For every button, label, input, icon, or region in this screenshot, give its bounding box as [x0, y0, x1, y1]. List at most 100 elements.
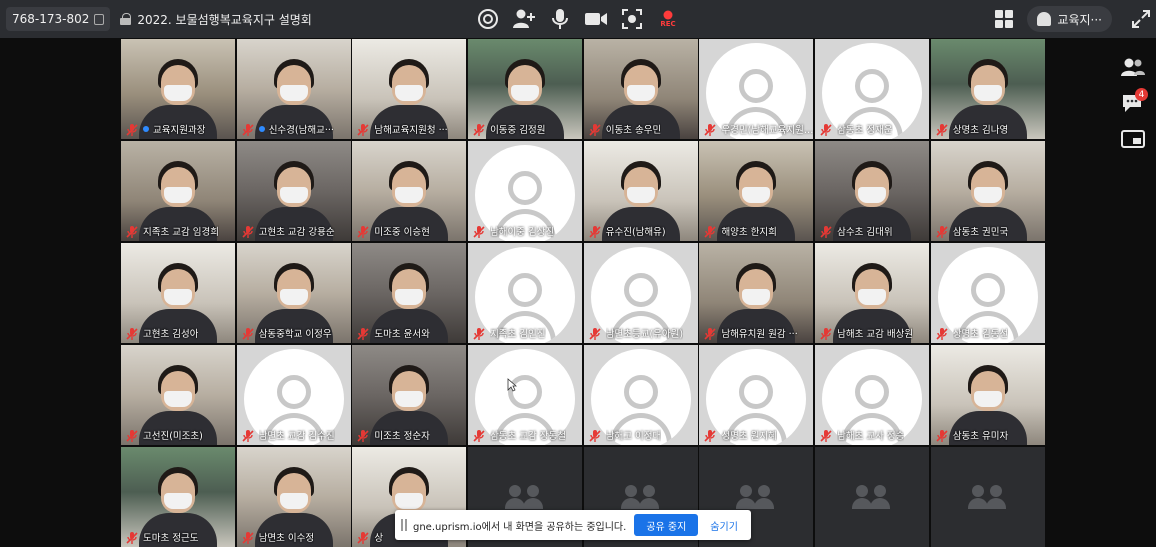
participant-tile[interactable]: 이동중 김정원 — [468, 39, 583, 139]
mic-muted-icon — [588, 122, 602, 136]
hide-banner-link[interactable]: 숨기기 — [710, 518, 738, 533]
participant-tile[interactable]: 이동초 송우민 — [583, 39, 698, 139]
mic-muted-icon — [241, 224, 255, 238]
screen-share-banner: gne.uprism.io에서 내 화면을 공유하는 중입니다. 공유 중지 숨… — [395, 510, 751, 540]
current-user-name: 교육지··· — [1057, 12, 1102, 27]
participant-tile[interactable]: 삼동초 교감 장동철 — [468, 345, 583, 445]
participant-tile[interactable]: 지족초 교감 임경희 — [121, 141, 235, 241]
participants-button[interactable] — [1118, 50, 1148, 84]
participant-name: 고현초 교감 강용순 — [258, 227, 335, 238]
mic-muted-icon — [472, 428, 486, 442]
participant-label: 남면초등교(유아원) — [584, 326, 698, 340]
participant-label: 유수진(남해유) — [584, 224, 698, 238]
participants-icon — [1121, 58, 1145, 76]
participant-tile[interactable]: 미조중 이승현 — [352, 141, 467, 241]
participant-tile[interactable]: 남해유치원 원감 ··· — [699, 243, 814, 343]
picture-in-picture-button[interactable] — [1118, 122, 1148, 156]
participant-tile[interactable]: 도마초 정근도 — [121, 447, 235, 547]
participant-name: 미조중 이승현 — [374, 227, 430, 238]
participant-tile[interactable]: 고현초 김성아 — [121, 243, 235, 343]
participant-tile[interactable]: 유수진(남해유) — [583, 141, 698, 241]
mic-muted-icon — [703, 122, 717, 136]
mic-muted-icon — [125, 122, 139, 136]
participant-tile[interactable]: 신수경(남해교··· — [236, 39, 351, 139]
participant-tile[interactable]: 미조초 정순자 — [352, 345, 467, 445]
mic-muted-icon — [356, 530, 370, 544]
stop-sharing-button[interactable]: 공유 중지 — [634, 514, 699, 536]
participant-tile[interactable]: 고현초 교감 강용순 — [236, 141, 351, 241]
video-camera-button[interactable] — [578, 0, 614, 38]
drag-handle[interactable] — [401, 519, 407, 531]
participant-tile[interactable]: 삼동중학교 이정우 — [236, 243, 351, 343]
chat-button[interactable]: 4 — [1118, 86, 1148, 120]
participant-name: 남면초등교(유아원) — [605, 329, 684, 340]
add-user-button[interactable] — [506, 0, 542, 38]
mic-muted-icon — [241, 122, 255, 136]
participant-tile[interactable]: 남해고 이정대 — [583, 345, 698, 445]
mic-muted-icon — [819, 122, 833, 136]
mic-muted-icon — [472, 224, 486, 238]
participant-label: 지족초 김인진 — [468, 326, 582, 340]
participant-tile[interactable]: 남해초 교사 정승 — [815, 345, 930, 445]
empty-seat-icon — [852, 485, 892, 509]
participant-label: 삼동초 정재운 — [815, 122, 929, 136]
participant-name: 도마초 정근도 — [143, 533, 199, 544]
participant-label: 이동중 김정원 — [468, 122, 582, 136]
participant-tile[interactable]: 남해초 교감 배상원 — [815, 243, 930, 343]
participant-tile[interactable]: 삼동초 유미자 — [930, 345, 1045, 445]
participant-tile[interactable]: 도마초 윤서와 — [352, 243, 467, 343]
microphone-button[interactable] — [542, 0, 578, 38]
participant-name: 남해고 이정대 — [605, 431, 662, 442]
participant-tile[interactable]: 삼동초 정재운 — [815, 39, 930, 139]
record-button[interactable]: REC — [650, 0, 686, 38]
current-user-button[interactable]: 교육지··· — [1027, 6, 1112, 32]
presenter-dot-icon — [143, 126, 149, 132]
participant-tile[interactable]: 성명초 원지혜 — [699, 345, 814, 445]
mouse-cursor-icon — [507, 378, 517, 392]
participant-tile[interactable]: 우경민(남해교육지원청) — [699, 39, 814, 139]
participant-grid: 교육지원과장 신수경(남해교··· 남해교육지원청 ··· 이동중 김정원 이동초 송우… — [121, 39, 1045, 547]
participant-tile[interactable]: 남면초등교(유아원) — [583, 243, 698, 343]
participant-tile[interactable]: 삼수초 김대위 — [815, 141, 930, 241]
participant-tile — [815, 447, 930, 547]
fullscreen-button[interactable] — [1126, 0, 1156, 38]
view-controls: 교육지··· — [995, 0, 1156, 38]
empty-seat-icon — [505, 485, 545, 509]
participant-tile[interactable]: 상명초 김나영 — [930, 39, 1045, 139]
participant-tile[interactable]: 지족초 김인진 — [468, 243, 583, 343]
participant-tile[interactable]: 교육지원과장 — [121, 39, 235, 139]
participant-label: 신수경(남해교··· — [237, 122, 351, 136]
grid-layout-icon[interactable] — [995, 10, 1014, 28]
participant-tile[interactable]: 남면초 이수정 — [236, 447, 351, 547]
copy-icon[interactable] — [94, 13, 105, 25]
presenter-dot-icon — [258, 126, 265, 132]
meeting-id-chip[interactable]: 768-173-802 — [6, 7, 111, 31]
participant-label: 지족초 교감 임경희 — [121, 224, 235, 238]
participant-name: 교육지원과장 — [153, 125, 206, 136]
participant-label: 미조초 정순자 — [352, 428, 466, 442]
participant-tile[interactable]: 고선진(미조초) — [121, 345, 235, 445]
participant-label: 교육지원과장 — [121, 122, 235, 136]
participant-tile[interactable]: 삼동초 권민국 — [930, 141, 1045, 241]
participant-tile[interactable]: 해양초 한지희 — [699, 141, 814, 241]
participant-name: 성명초 원지혜 — [721, 431, 777, 442]
participant-name: 해양초 한지희 — [721, 227, 777, 238]
screenshot-button[interactable] — [614, 0, 650, 38]
participant-tile[interactable]: 남해교육지원청 ··· — [352, 39, 467, 139]
participant-name: 남해교육지원청 ··· — [374, 125, 448, 136]
participant-label: 남면초 이수정 — [237, 530, 351, 544]
participant-label: 남해유치원 원감 ··· — [699, 326, 813, 340]
participant-label: 남해초 교감 배상원 — [815, 326, 929, 340]
mic-muted-icon — [935, 122, 949, 136]
participant-label: 남해초 교사 정승 — [815, 428, 929, 442]
camera-switch-button[interactable] — [470, 0, 506, 38]
participant-name: 남해초 교사 정승 — [837, 431, 905, 442]
participant-tile[interactable]: 남면초 교감 김수진 — [236, 345, 351, 445]
mic-muted-icon — [935, 224, 949, 238]
participant-name: 상명초 김나영 — [952, 125, 1009, 136]
add-user-icon — [513, 9, 535, 28]
participant-tile[interactable]: 상명초 김동선 — [930, 243, 1045, 343]
participant-tile[interactable]: 남해이중 김상진 — [468, 141, 583, 241]
record-icon — [663, 10, 673, 20]
mic-muted-icon — [935, 428, 949, 442]
